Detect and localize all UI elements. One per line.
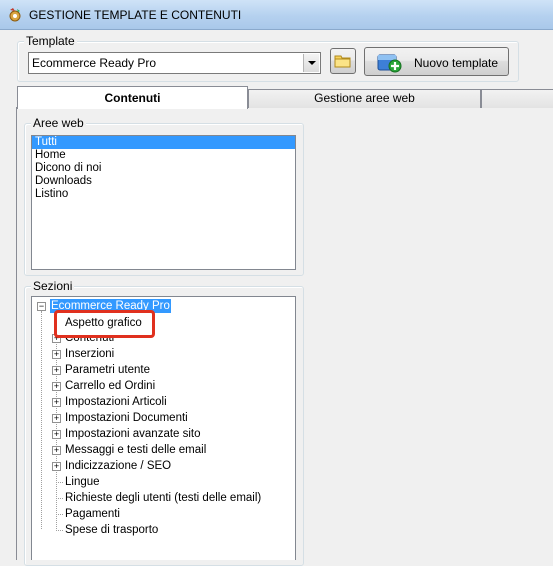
tree-connector <box>56 530 63 531</box>
tree-node-pagamenti[interactable]: Pagamenti <box>32 507 292 523</box>
tree-node-inserzioni[interactable]: + Inserzioni <box>32 347 292 363</box>
expand-icon[interactable]: + <box>52 366 61 375</box>
expand-icon[interactable]: + <box>52 446 61 455</box>
highlighted-item-label[interactable]: Aspetto grafico <box>65 317 142 329</box>
collapse-icon[interactable]: − <box>37 302 46 311</box>
tree-node-label[interactable]: Pagamenti <box>64 507 121 521</box>
aree-web-list[interactable]: Tutti Home Dicono di noi Downloads Listi… <box>31 135 296 270</box>
tree-node-label[interactable]: Richieste degli utenti (testi delle emai… <box>64 491 262 505</box>
folder-icon <box>334 55 351 68</box>
app-gear-icon <box>9 8 21 22</box>
tree-node-impostazioni-articoli[interactable]: + Impostazioni Articoli <box>32 395 292 411</box>
tree-node-spese-trasporto[interactable]: Spese di trasporto <box>32 523 292 539</box>
tree-node-richieste-utenti[interactable]: Richieste degli utenti (testi delle emai… <box>32 491 292 507</box>
tab-gestione-aree-web-label: Gestione aree web <box>314 91 415 105</box>
window-title: GESTIONE TEMPLATE E CONTENUTI <box>29 8 242 22</box>
template-select[interactable]: Ecommerce Ready Pro <box>28 52 321 74</box>
tree-node-label[interactable]: Spese di trasporto <box>64 523 159 537</box>
tree-connector <box>56 514 63 515</box>
expand-icon[interactable]: + <box>52 462 61 471</box>
chevron-down-icon[interactable] <box>303 54 319 72</box>
tree-node-carrello-ordini[interactable]: + Carrello ed Ordini <box>32 379 292 395</box>
expand-icon[interactable]: + <box>52 430 61 439</box>
new-template-label: Nuovo template <box>414 56 499 70</box>
tree-node-messaggi-email[interactable]: + Messaggi e testi delle email <box>32 443 292 459</box>
tree-connector <box>56 498 63 499</box>
template-select-value: Ecommerce Ready Pro <box>32 56 157 70</box>
tree-node-label[interactable]: Messaggi e testi delle email <box>64 443 207 457</box>
expand-icon[interactable]: + <box>52 350 61 359</box>
tree-node-impostazioni-avanzate[interactable]: + Impostazioni avanzate sito <box>32 427 292 443</box>
new-template-button[interactable]: Nuovo template <box>364 47 509 76</box>
tab-gestione-aree-web[interactable]: Gestione aree web <box>248 89 481 108</box>
open-folder-button[interactable] <box>330 48 356 74</box>
tree-node-impostazioni-documenti[interactable]: + Impostazioni Documenti <box>32 411 292 427</box>
new-template-icon <box>377 54 402 73</box>
list-item[interactable]: Downloads <box>32 175 295 188</box>
template-group-legend: Template <box>24 34 77 48</box>
tree-node-label[interactable]: Inserzioni <box>64 347 115 361</box>
tab-contenuti[interactable]: Contenuti <box>17 86 248 109</box>
tree-node-label[interactable]: Impostazioni avanzate sito <box>64 427 202 441</box>
expand-icon[interactable]: + <box>52 414 61 423</box>
tree-node-parametri-utente[interactable]: + Parametri utente <box>32 363 292 379</box>
tree-node-indicizzazione-seo[interactable]: + Indicizzazione / SEO <box>32 459 292 475</box>
tree-node-label[interactable]: Carrello ed Ordini <box>64 379 156 393</box>
tree-node-lingue[interactable]: Lingue <box>32 475 292 491</box>
tree-node-label[interactable]: Impostazioni Articoli <box>64 395 168 409</box>
list-item[interactable]: Listino <box>32 188 295 201</box>
tree-connector <box>56 482 63 483</box>
tab-contenuti-label: Contenuti <box>104 91 161 105</box>
highlight-annotation: Aspetto grafico <box>54 310 155 338</box>
tree-node-label[interactable]: Indicizzazione / SEO <box>64 459 172 473</box>
expand-icon[interactable]: + <box>52 398 61 407</box>
list-item[interactable]: Dicono di noi <box>32 162 295 175</box>
title-bar: GESTIONE TEMPLATE E CONTENUTI <box>0 0 553 30</box>
tree-node-label[interactable]: Impostazioni Documenti <box>64 411 189 425</box>
list-item[interactable]: Home <box>32 149 295 162</box>
tree-node-label[interactable]: Lingue <box>64 475 101 489</box>
list-item[interactable]: Tutti <box>32 136 295 149</box>
expand-icon[interactable]: + <box>52 382 61 391</box>
sezioni-legend: Sezioni <box>31 279 75 293</box>
tree-node-label[interactable]: Parametri utente <box>64 363 151 377</box>
tab-overflow <box>481 89 553 108</box>
aree-web-legend: Aree web <box>31 116 86 130</box>
